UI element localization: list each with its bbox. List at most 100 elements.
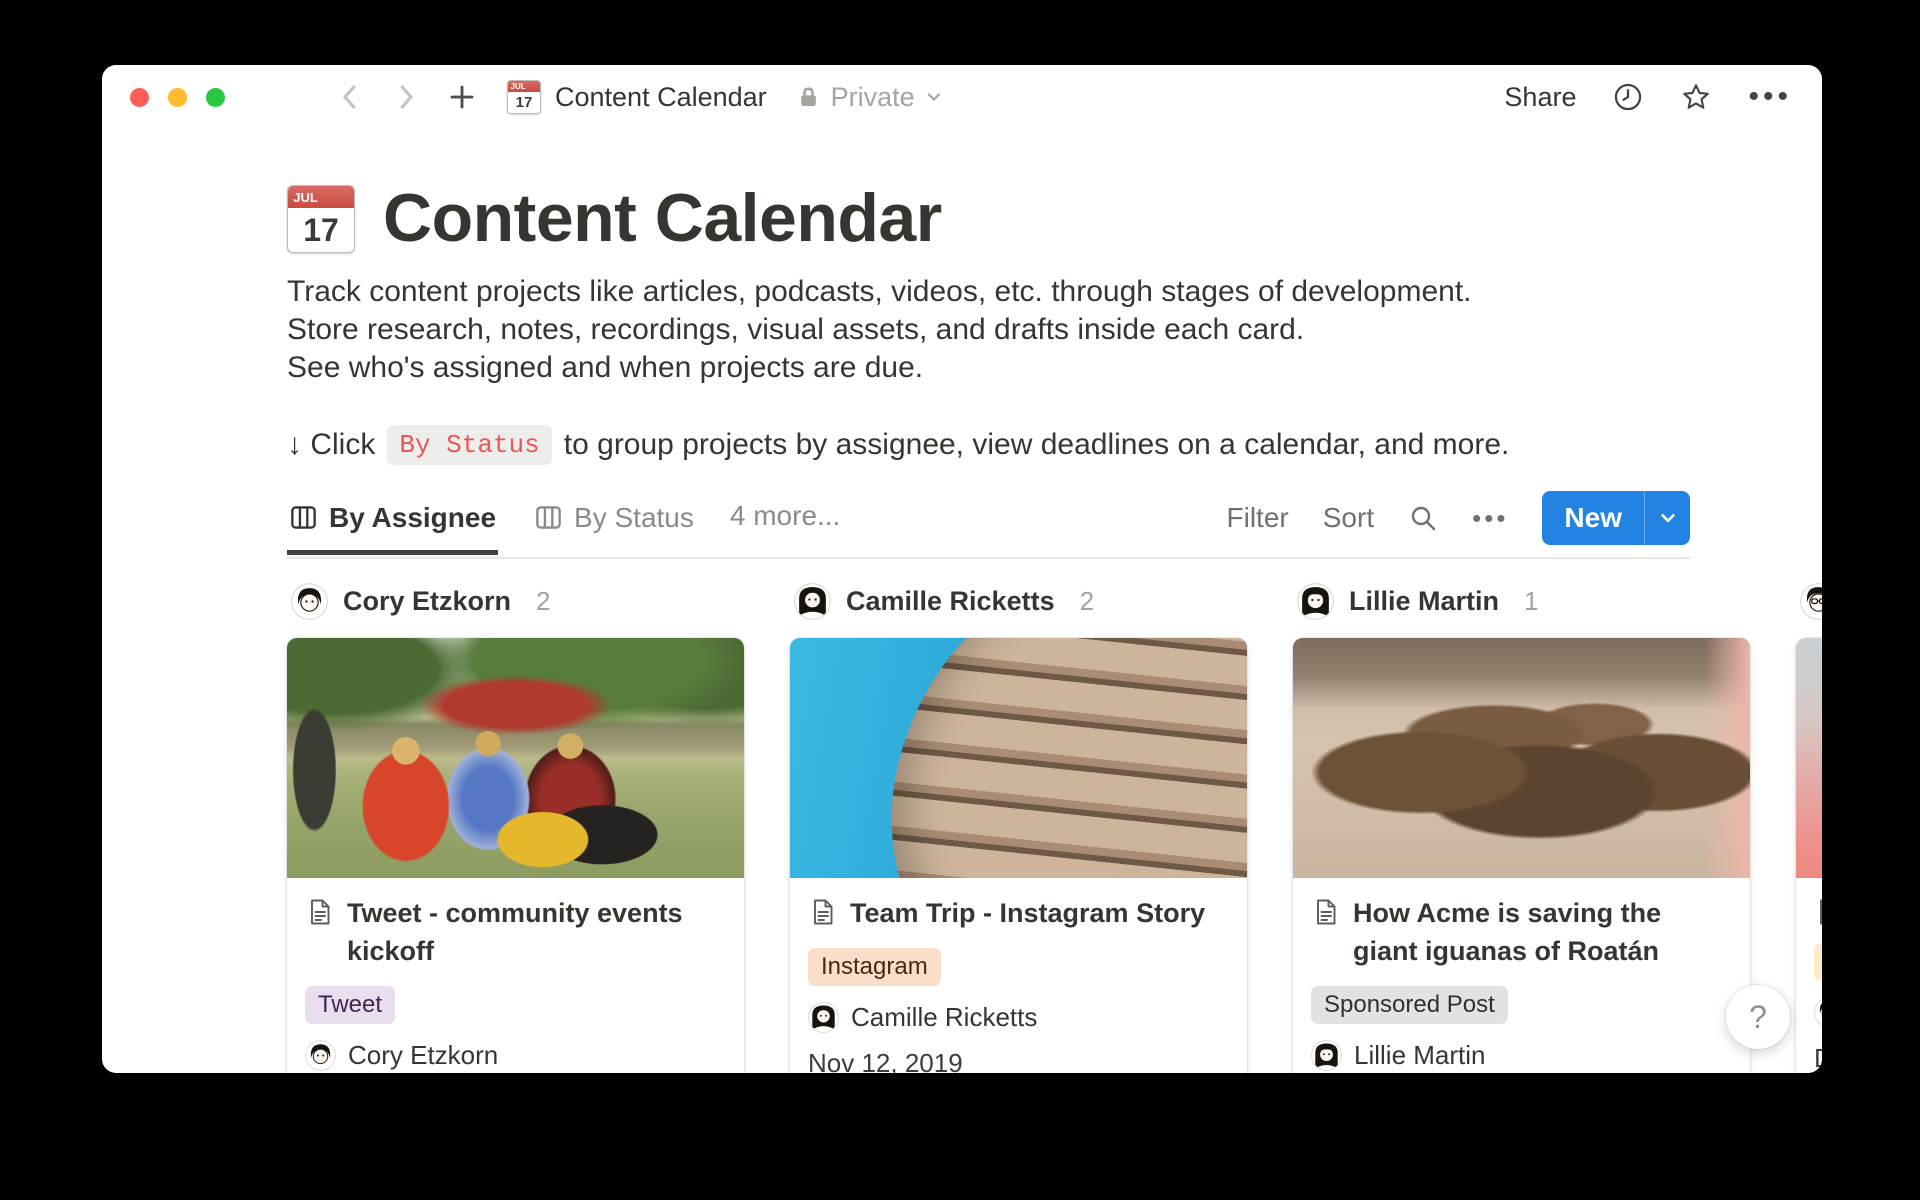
assignee-name: Camille Ricketts <box>851 1002 1037 1033</box>
page-description: Track content projects like articles, po… <box>287 273 1690 387</box>
card-title: How Acme is saving the giant iguanas of … <box>1353 894 1732 970</box>
card-cover-iguanas-photo <box>1293 638 1750 878</box>
board-view-icon <box>289 503 318 532</box>
board-card[interactable]: V D <box>1796 638 1822 1073</box>
calendar-month-label: JUL <box>288 186 354 208</box>
page-title: Content Calendar <box>383 183 942 253</box>
window-controls <box>130 88 225 107</box>
card-cover-building-photo <box>790 638 1247 878</box>
calendar-emoji-icon: JUL 17 <box>507 80 541 114</box>
description-line: Store research, notes, recordings, visua… <box>287 311 1690 349</box>
description-line: Track content projects like articles, po… <box>287 273 1690 311</box>
share-button[interactable]: Share <box>1504 82 1576 113</box>
breadcrumb[interactable]: JUL 17 Content Calendar <box>507 80 767 114</box>
more-options-icon[interactable]: ••• <box>1748 82 1792 112</box>
desktop-background: JUL 17 Content Calendar Private Share <box>0 0 1920 1200</box>
board-view-icon <box>534 503 563 532</box>
assignee-name: Lillie Martin <box>1354 1040 1486 1071</box>
zoom-window-button[interactable] <box>206 88 225 107</box>
minimize-window-button[interactable] <box>168 88 187 107</box>
tab-by-status[interactable]: By Status <box>532 496 696 555</box>
back-icon[interactable] <box>335 82 365 112</box>
view-switcher-bar: By Assignee By Status 4 more... Filter S… <box>287 491 1690 559</box>
lock-icon <box>795 84 822 111</box>
new-button-group: New <box>1542 491 1690 545</box>
group-count: 1 <box>1524 586 1538 617</box>
board-column: Lillie Martin 1 How Acme is saving the g… <box>1293 581 1750 1073</box>
assignee-name: Cory Etzkorn <box>348 1040 498 1071</box>
tab-label: By Assignee <box>329 502 496 534</box>
board-card[interactable]: How Acme is saving the giant iguanas of … <box>1293 638 1750 1073</box>
board-column: Cory Etzkorn 2 Tweet - community events … <box>287 581 744 1073</box>
view-options-icon[interactable]: ••• <box>1472 503 1508 534</box>
assignee-avatar <box>1297 583 1334 620</box>
board-card[interactable]: Team Trip - Instagram Story Instagram Ca… <box>790 638 1247 1073</box>
calendar-month-label: JUL <box>508 81 540 92</box>
inline-code-chip: By Status <box>387 425 551 465</box>
board-column: Camille Ricketts 2 Team Trip - Instagram… <box>790 581 1247 1073</box>
group-header[interactable]: Lillie Martin 1 <box>1293 581 1750 621</box>
calendar-day-label: 17 <box>288 208 354 252</box>
page-doc-icon <box>1814 897 1822 927</box>
tag-pill: Sponsored Post <box>1311 986 1508 1024</box>
sort-button[interactable]: Sort <box>1323 502 1374 534</box>
titlebar-actions: Share ••• <box>1504 81 1792 113</box>
updates-clock-icon[interactable] <box>1612 81 1644 113</box>
page-doc-icon <box>1311 897 1341 927</box>
card-cover-gradient-photo <box>1796 638 1822 878</box>
page-content: JUL 17 Content Calendar Track content pr… <box>102 183 1822 559</box>
close-window-button[interactable] <box>130 88 149 107</box>
chevron-down-icon <box>924 87 944 107</box>
titlebar: JUL 17 Content Calendar Private Share <box>102 65 1822 129</box>
favorite-star-icon[interactable] <box>1680 81 1712 113</box>
privacy-label: Private <box>831 82 915 113</box>
card-date: Nov 12, 2019 <box>808 1048 1229 1073</box>
card-title: Tweet - community events kickoff <box>347 894 726 970</box>
assignee-avatar <box>1814 997 1822 1028</box>
sidebar-toggle-icon[interactable] <box>267 85 301 109</box>
description-line: See who's assigned and when projects are… <box>287 349 1690 387</box>
assignee-avatar <box>794 583 831 620</box>
search-icon[interactable] <box>1408 503 1438 533</box>
privacy-dropdown[interactable]: Private <box>795 82 944 113</box>
filter-button[interactable]: Filter <box>1227 502 1289 534</box>
hint-suffix: to group projects by assignee, view dead… <box>564 428 1510 462</box>
help-button[interactable]: ? <box>1726 985 1790 1049</box>
board-card[interactable]: Tweet - community events kickoff Tweet C… <box>287 638 744 1073</box>
group-name: Camille Ricketts <box>846 586 1055 617</box>
kanban-board: Cory Etzkorn 2 Tweet - community events … <box>287 581 1822 1073</box>
group-count: 2 <box>536 586 550 617</box>
chevron-down-icon <box>1657 507 1679 529</box>
board-column-partial: V D <box>1796 581 1822 1073</box>
new-page-icon[interactable] <box>447 82 477 112</box>
group-count: 2 <box>1080 586 1094 617</box>
page-doc-icon <box>305 897 335 927</box>
tab-by-assignee[interactable]: By Assignee <box>287 496 498 555</box>
new-button[interactable]: New <box>1542 491 1644 545</box>
group-name: Lillie Martin <box>1349 586 1499 617</box>
assignee-avatar <box>1311 1040 1342 1071</box>
more-views-link[interactable]: 4 more... <box>730 500 840 548</box>
tag-pill: Tweet <box>305 986 395 1024</box>
page-calendar-emoji-icon[interactable]: JUL 17 <box>287 185 355 253</box>
notion-window: JUL 17 Content Calendar Private Share <box>102 65 1822 1073</box>
breadcrumb-title: Content Calendar <box>555 82 767 113</box>
new-dropdown-button[interactable] <box>1644 491 1690 545</box>
group-header[interactable]: Camille Ricketts 2 <box>790 581 1247 621</box>
group-header[interactable]: Cory Etzkorn 2 <box>287 581 744 621</box>
assignee-avatar <box>1800 583 1822 620</box>
page-doc-icon <box>808 897 838 927</box>
group-name: Cory Etzkorn <box>343 586 511 617</box>
group-header[interactable] <box>1796 581 1822 621</box>
view-controls: Filter Sort ••• New <box>1227 491 1690 557</box>
hint-line: ↓ Click By Status to group projects by a… <box>287 425 1690 465</box>
hint-prefix: ↓ Click <box>287 428 375 462</box>
assignee-avatar <box>305 1040 336 1071</box>
forward-icon[interactable] <box>391 82 421 112</box>
assignee-avatar <box>291 583 328 620</box>
assignee-avatar <box>808 1002 839 1033</box>
calendar-day-label: 17 <box>508 92 540 113</box>
tag-pill: Instagram <box>808 948 941 986</box>
card-date: D <box>1814 1043 1822 1073</box>
card-cover-festival-photo <box>287 638 744 878</box>
